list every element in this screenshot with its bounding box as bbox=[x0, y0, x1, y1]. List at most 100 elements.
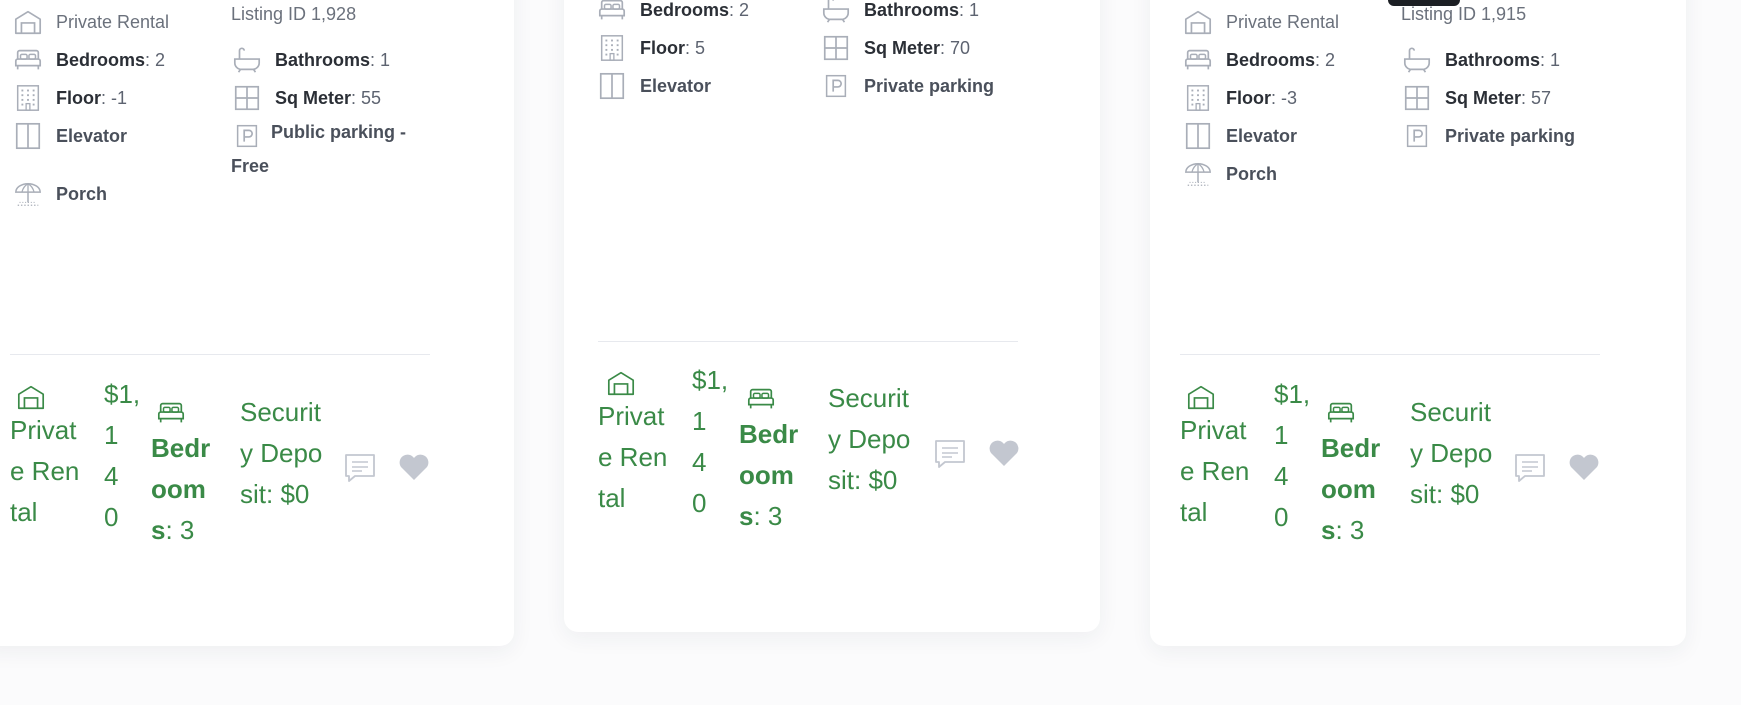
bathrooms-value: : 1 bbox=[1540, 49, 1561, 70]
sqm-value: : 57 bbox=[1521, 87, 1552, 108]
footer-price: $1,140 bbox=[1274, 379, 1311, 532]
footer-bedrooms-value: : 3 bbox=[165, 515, 195, 545]
bed-icon bbox=[744, 384, 778, 414]
bathtub-icon bbox=[1401, 44, 1433, 76]
comment-button[interactable] bbox=[932, 436, 968, 472]
building-icon bbox=[596, 32, 628, 64]
feature-bathrooms: Bathrooms: 1 bbox=[1401, 44, 1560, 76]
bathrooms-label: Bathrooms bbox=[275, 49, 371, 70]
elevator-icon bbox=[1182, 120, 1214, 152]
bed-icon bbox=[1182, 44, 1214, 76]
house-icon bbox=[12, 6, 44, 38]
sqm-label: Sq Meter bbox=[864, 37, 941, 58]
floor-label: Floor bbox=[1226, 87, 1271, 108]
bedrooms-label: Bedrooms bbox=[56, 49, 146, 70]
bathrooms-label: Bathrooms bbox=[1445, 49, 1541, 70]
divider bbox=[1180, 354, 1600, 355]
elevator-label: Elevator bbox=[640, 75, 712, 96]
bathrooms-value: : 1 bbox=[370, 49, 391, 70]
favorite-button[interactable] bbox=[1566, 448, 1602, 484]
footer-deposit: Security Deposit: $0 bbox=[1410, 397, 1493, 509]
parking-label: Private parking bbox=[1445, 125, 1576, 146]
comment-button[interactable] bbox=[1512, 450, 1548, 486]
comment-button[interactable] bbox=[342, 450, 378, 486]
house-icon bbox=[1182, 6, 1214, 38]
feature-bedrooms: Bedrooms: 2 bbox=[1182, 44, 1335, 76]
bed-icon bbox=[1324, 398, 1358, 428]
floor-value: : -1 bbox=[101, 87, 128, 108]
feature-floor: Floor: -3 bbox=[1182, 82, 1297, 114]
feature-bedrooms: Bedrooms: 2 bbox=[596, 0, 749, 26]
footer-bedrooms: Bedrooms: 3 bbox=[739, 414, 811, 537]
feature-elevator: Elevator bbox=[596, 70, 711, 102]
listing-id-label: Listing ID 1,915 bbox=[1401, 4, 1527, 24]
footer-bedrooms-value: : 3 bbox=[753, 501, 783, 531]
feature-bathrooms: Bathrooms: 1 bbox=[820, 0, 979, 26]
bedrooms-value: : 2 bbox=[1315, 49, 1336, 70]
house-icon bbox=[604, 368, 638, 398]
feature-sqm: Sq Meter: 57 bbox=[1401, 82, 1551, 114]
footer-bedrooms: Bedrooms: 3 bbox=[151, 428, 223, 551]
elevator-label: Elevator bbox=[56, 125, 128, 146]
divider bbox=[598, 341, 1018, 342]
umbrella-icon bbox=[12, 178, 44, 210]
comment-icon bbox=[342, 450, 378, 486]
heart-icon bbox=[396, 448, 432, 484]
footer-price: $1,140 bbox=[692, 365, 729, 518]
listing-id: Listing ID 1,928 bbox=[231, 4, 356, 25]
feature-type: Private Rental bbox=[12, 6, 169, 38]
house-icon bbox=[1184, 382, 1218, 412]
floor-value: : 5 bbox=[685, 37, 706, 58]
listing-card[interactable]: Private Rental Listing ID 1,915 Bedrooms… bbox=[1150, 0, 1686, 646]
feature-elevator: Elevator bbox=[12, 120, 127, 152]
grid-icon bbox=[820, 32, 852, 64]
floor-label: Floor bbox=[56, 87, 101, 108]
building-icon bbox=[12, 82, 44, 114]
bathrooms-label: Bathrooms bbox=[864, 0, 960, 20]
elevator-icon bbox=[596, 70, 628, 102]
bedrooms-label: Bedrooms bbox=[640, 0, 730, 20]
divider bbox=[10, 354, 430, 355]
feature-elevator: Elevator bbox=[1182, 120, 1297, 152]
listing-card[interactable]: Private Rental Listing ID 1,928 Bedrooms… bbox=[0, 0, 514, 646]
floor-value: : -3 bbox=[1271, 87, 1298, 108]
porch-label: Porch bbox=[1226, 163, 1278, 184]
feature-type-label: Private Rental bbox=[56, 11, 170, 32]
sqm-value: : 70 bbox=[940, 37, 971, 58]
listing-card[interactable]: Bedrooms: 2 Bathrooms: 1 Floor: 5 Sq Met… bbox=[564, 0, 1100, 632]
grid-icon bbox=[231, 82, 263, 114]
comment-icon bbox=[932, 436, 968, 472]
elevator-icon bbox=[12, 120, 44, 152]
sqm-label: Sq Meter bbox=[275, 87, 352, 108]
bathtub-icon bbox=[820, 0, 852, 26]
floor-label: Floor bbox=[640, 37, 685, 58]
footer-bedrooms: Bedrooms: 3 bbox=[1321, 428, 1393, 551]
footer-deposit: Security Deposit: $0 bbox=[240, 397, 323, 509]
feature-floor: Floor: 5 bbox=[596, 32, 705, 64]
bedrooms-label: Bedrooms bbox=[1226, 49, 1316, 70]
feature-sqm: Sq Meter: 70 bbox=[820, 32, 970, 64]
bed-icon bbox=[154, 398, 188, 428]
feature-bathrooms: Bathrooms: 1 bbox=[231, 44, 390, 76]
footer-type: Private Rental bbox=[10, 415, 80, 527]
footer-type: Private Rental bbox=[1180, 415, 1250, 527]
feature-type-label: Private Rental bbox=[1226, 11, 1340, 32]
bedrooms-value: : 2 bbox=[729, 0, 750, 20]
favorite-button[interactable] bbox=[396, 448, 432, 484]
feature-bedrooms: Bedrooms: 2 bbox=[12, 44, 165, 76]
comment-icon bbox=[1512, 450, 1548, 486]
favorite-button[interactable] bbox=[986, 434, 1022, 470]
elevator-label: Elevator bbox=[1226, 125, 1298, 146]
feature-parking: Private parking bbox=[1401, 120, 1575, 152]
feature-porch: Porch bbox=[1182, 158, 1277, 190]
porch-label: Porch bbox=[56, 183, 108, 204]
umbrella-icon bbox=[1182, 158, 1214, 190]
parking-icon bbox=[1401, 120, 1433, 152]
bathrooms-value: : 1 bbox=[959, 0, 980, 20]
heart-icon bbox=[1566, 448, 1602, 484]
listing-id-label: Listing ID 1,928 bbox=[231, 4, 357, 24]
heart-icon bbox=[986, 434, 1022, 470]
footer-deposit: Security Deposit: $0 bbox=[828, 383, 911, 495]
grid-icon bbox=[1401, 82, 1433, 114]
bed-icon bbox=[596, 0, 628, 26]
